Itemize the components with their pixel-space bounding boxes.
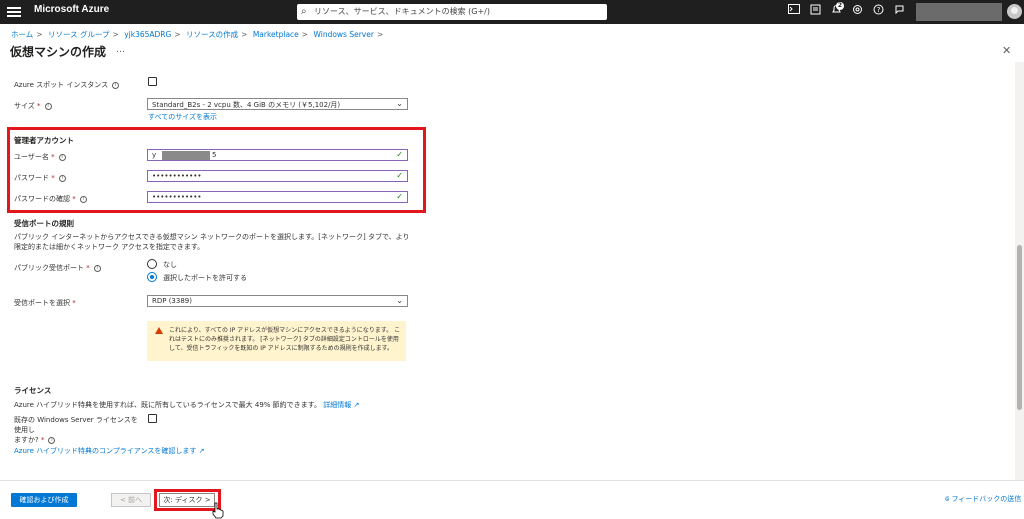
warning-text: これにより、すべての IP アドレスが仮想マシンにアクセスできるようになります。… [169,327,401,352]
license-checkbox-label: 既存の Windows Server ライセンスを使用し ますか? * i [14,416,138,444]
info-icon: i [48,436,56,444]
chevron-down-icon: ⌄ [396,296,403,305]
notification-badge: 2 [836,2,844,10]
search-placeholder: リソース、サービス、ドキュメントの検索 (G+/) [314,7,490,16]
previous-button[interactable]: < 前へ [111,493,151,507]
size-label: サイズ * i [14,101,52,111]
info-icon: i [44,102,52,110]
external-link-icon: ↗ [353,401,360,409]
more-options-icon[interactable]: … [116,45,125,55]
top-bar: Microsoft Azure ⌕ リソース、サービス、ドキュメントの検索 (G… [0,0,1024,24]
breadcrumb-windows-server[interactable]: Windows Server [313,30,373,39]
see-all-sizes-link[interactable]: すべてのサイズを表示 [148,112,217,122]
page-title: 仮想マシンの作成 [10,45,107,59]
close-icon[interactable]: ✕ [1002,44,1011,57]
breadcrumb-marketplace[interactable]: Marketplace [253,30,299,39]
license-description: Azure ハイブリッド特典を使用すれば、既に所有しているライセンスで最大 49… [14,401,360,409]
spot-instance-label: Azure スポット インスタンス i [14,80,120,90]
directory-filter-icon[interactable] [808,4,822,18]
feedback-icon: ⟃ [945,495,950,503]
spot-instance-checkbox[interactable] [148,77,157,86]
size-dropdown[interactable]: Standard_B2s - 2 vcpu 数、4 GiB のメモリ (￥5,1… [147,98,408,110]
brand-name[interactable]: Microsoft Azure [34,4,109,15]
feedback-icon[interactable] [892,4,906,18]
search-input[interactable]: ⌕ リソース、サービス、ドキュメントの検索 (G+/) [297,4,607,20]
account-info[interactable] [916,3,1002,21]
license-more-link[interactable]: 詳細情報 [323,401,351,409]
info-icon: i [93,264,101,272]
settings-icon[interactable] [850,4,864,18]
compliance-link[interactable]: Azure ハイブリッド特典のコンプライアンスを確認します ↗ [14,446,205,456]
inbound-description: パブリック インターネットからアクセスできる仮想マシン ネットワークのポートを選… [14,233,410,251]
select-ports-label: 受信ポートを選択 * [14,299,76,307]
radio-none[interactable] [147,259,157,269]
warning-icon [155,327,163,334]
info-icon: i [112,81,120,89]
select-ports-value: RDP (3389) [152,297,192,305]
breadcrumb-home[interactable]: ホーム [11,30,33,39]
highlight-box-admin [7,127,426,213]
radio-allow-selected[interactable] [147,272,157,282]
send-feedback-link[interactable]: ⟃ フィードバックの送信 [945,494,1021,504]
avatar[interactable] [1007,4,1022,19]
cloud-shell-icon[interactable] [787,4,801,18]
radio-none-label: なし [163,261,177,269]
menu-icon[interactable] [7,5,21,19]
inbound-rules-heading: 受信ポートの規則 [14,219,74,228]
size-value: Standard_B2s - 2 vcpu 数、4 GiB のメモリ (￥5,1… [152,101,341,109]
svg-text:?: ? [876,6,880,14]
review-create-button[interactable]: 確認および作成 [11,493,77,507]
breadcrumb-resource-groups[interactable]: リソース グループ [48,30,110,39]
breadcrumb-create-resource[interactable]: リソースの作成 [186,30,238,39]
breadcrumb: ホーム > リソース グループ > yjk365ADRG > リソースの作成 > Mar… [11,30,384,39]
hand-cursor-icon [212,502,224,519]
warning-banner: これにより、すべての IP アドレスが仮想マシンにアクセスできるようになります。… [147,321,406,361]
license-checkbox[interactable] [148,414,157,423]
search-icon: ⌕ [301,6,307,17]
scrollbar-thumb[interactable] [1017,245,1022,410]
license-heading: ライセンス [14,386,52,395]
breadcrumb-resource-group[interactable]: yjk365ADRG [124,30,171,39]
external-link-icon: ↗ [198,447,205,455]
chevron-down-icon: ⌄ [396,99,403,108]
radio-allow-label: 選択したポートを許可する [163,274,247,282]
public-ports-label: パブリック受信ポート * i [14,263,101,273]
select-ports-dropdown[interactable]: RDP (3389) ⌄ [147,295,408,307]
help-icon[interactable]: ? [871,4,885,18]
